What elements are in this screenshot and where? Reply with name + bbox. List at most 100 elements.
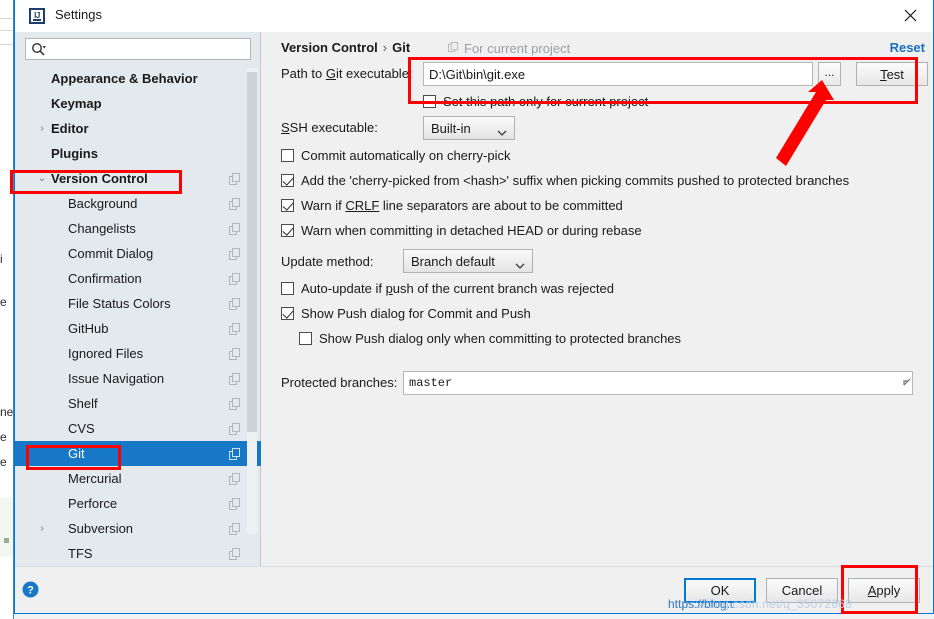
checkbox-box[interactable] — [281, 224, 294, 237]
copy-settings-icon[interactable] — [229, 272, 241, 285]
copy-settings-icon[interactable] — [229, 397, 241, 410]
sidebar-item-background[interactable]: Background — [15, 191, 261, 216]
ssh-executable-label: SSH executable: — [281, 120, 378, 135]
copy-settings-icon[interactable] — [229, 347, 241, 360]
sidebar-scrollbar[interactable] — [247, 68, 257, 534]
protected-branches-label: Protected branches: — [281, 375, 398, 390]
git-executable-path-input[interactable] — [423, 62, 813, 86]
cherry-picked-suffix-label: Add the 'cherry-picked from <hash>' suff… — [301, 173, 850, 188]
copy-settings-icon[interactable] — [229, 472, 241, 485]
copy-settings-icon[interactable] — [229, 522, 241, 535]
sidebar-item-appearance-behavior[interactable]: Appearance & Behavior — [15, 66, 261, 91]
sidebar-item-label: Ignored Files — [68, 346, 144, 361]
background-text-fragment: e — [0, 455, 7, 469]
ssh-executable-dropdown[interactable]: Built-in — [423, 116, 515, 140]
sidebar-item-version-control[interactable]: ⌄ Version Control — [15, 166, 261, 191]
copy-settings-icon[interactable] — [229, 172, 241, 185]
sidebar-item-shelf[interactable]: Shelf — [15, 391, 261, 416]
copy-settings-icon[interactable] — [229, 497, 241, 510]
sidebar-item-plugins[interactable]: Plugins — [15, 141, 261, 166]
sidebar-item-label: Keymap — [51, 96, 102, 111]
warn-crlf-checkbox[interactable]: Warn if CRLF line separators are about t… — [281, 198, 623, 213]
sidebar-item-keymap[interactable]: Keymap — [15, 91, 261, 116]
update-method-dropdown[interactable]: Branch default — [403, 249, 533, 273]
ok-button[interactable]: OK — [684, 578, 756, 603]
sidebar-item-mercurial[interactable]: Mercurial — [15, 466, 261, 491]
sidebar-item-subversion[interactable]: › Subversion — [15, 516, 261, 541]
dialog-titlebar: IJ Settings — [15, 0, 933, 32]
background-text-fragment: ne — [0, 405, 14, 419]
checkbox-box[interactable] — [281, 307, 294, 320]
browse-button[interactable]: ... — [818, 62, 841, 86]
settings-sidebar: Appearance & Behavior Keymap › Editor Plugin… — [15, 32, 261, 566]
apply-button[interactable]: Apply — [848, 578, 920, 603]
sidebar-item-label: Version Control — [51, 171, 148, 186]
sidebar-item-file-status-colors[interactable]: File Status Colors — [15, 291, 261, 316]
sidebar-item-cvs[interactable]: CVS — [15, 416, 261, 441]
show-push-dialog-checkbox[interactable]: Show Push dialog for Commit and Push — [281, 306, 531, 321]
sidebar-item-ignored-files[interactable]: Ignored Files — [15, 341, 261, 366]
search-input[interactable] — [52, 41, 247, 58]
cancel-button[interactable]: Cancel — [766, 578, 838, 603]
cherry-picked-suffix-checkbox[interactable]: Add the 'cherry-picked from <hash>' suff… — [281, 173, 849, 188]
settings-tree: Appearance & Behavior Keymap › Editor Plugin… — [15, 66, 261, 566]
breadcrumb-root[interactable]: Version Control — [281, 40, 378, 55]
for-current-project-label: For current project — [448, 41, 570, 56]
checkbox-box[interactable] — [281, 149, 294, 162]
checkbox-box[interactable] — [281, 199, 294, 212]
sidebar-item-commit-dialog[interactable]: Commit Dialog — [15, 241, 261, 266]
sidebar-item-label: Background — [68, 196, 138, 211]
sidebar-item-editor[interactable]: › Editor — [15, 116, 261, 141]
chevron-right-icon[interactable]: › — [35, 116, 49, 141]
copy-settings-icon[interactable] — [229, 197, 241, 210]
warn-detached-head-checkbox[interactable]: Warn when committing in detached HEAD or… — [281, 223, 642, 238]
dialog-footer: ? OK Cancel Apply — [15, 566, 933, 612]
copy-settings-icon[interactable] — [229, 422, 241, 435]
sidebar-item-confirmation[interactable]: Confirmation — [15, 266, 261, 291]
set-path-only-checkbox[interactable]: Set this path only for current project — [423, 94, 648, 109]
sidebar-item-label: Git — [68, 446, 85, 461]
copy-settings-icon[interactable] — [229, 247, 241, 260]
reset-link[interactable]: Reset — [890, 40, 925, 55]
chevron-down-icon — [515, 258, 525, 273]
breadcrumb-leaf: Git — [392, 40, 411, 55]
search-box[interactable] — [25, 38, 251, 60]
sidebar-item-perforce[interactable]: Perforce — [15, 491, 261, 516]
sidebar-item-label: GitHub — [68, 321, 109, 336]
help-icon[interactable]: ? — [22, 581, 39, 598]
breadcrumb-separator: › — [382, 40, 388, 55]
sidebar-item-github[interactable]: GitHub — [15, 316, 261, 341]
auto-update-label: Auto-update if push of the current branc… — [301, 281, 614, 296]
sidebar-item-label: TFS — [68, 546, 93, 561]
chevron-right-icon[interactable]: › — [35, 516, 49, 541]
copy-settings-icon[interactable] — [229, 447, 241, 460]
chevron-down-icon[interactable]: ⌄ — [35, 166, 49, 191]
checkbox-box[interactable] — [281, 174, 294, 187]
sidebar-scrollbar-thumb[interactable] — [247, 72, 257, 432]
commit-automatically-checkbox[interactable]: Commit automatically on cherry-pick — [281, 148, 511, 163]
close-icon[interactable] — [887, 0, 933, 31]
sidebar-item-label: CVS — [68, 421, 95, 436]
sidebar-item-tfs[interactable]: TFS — [15, 541, 261, 566]
copy-settings-icon[interactable] — [229, 322, 241, 335]
checkbox-box[interactable] — [423, 95, 436, 108]
copy-settings-icon[interactable] — [229, 297, 241, 310]
set-path-only-label: Set this path only for current project — [443, 94, 649, 109]
background-green-block — [0, 497, 13, 557]
checkbox-box[interactable] — [281, 282, 294, 295]
background-text-fragment: e — [0, 430, 7, 444]
search-icon — [31, 42, 47, 58]
expand-icon[interactable] — [900, 376, 912, 388]
sidebar-item-git[interactable]: Git — [15, 441, 261, 466]
copy-settings-icon[interactable] — [229, 222, 241, 235]
show-push-protected-checkbox[interactable]: Show Push dialog only when committing to… — [299, 331, 681, 346]
copy-settings-icon[interactable] — [229, 372, 241, 385]
update-method-label: Update method: — [281, 254, 374, 269]
test-button[interactable]: Test — [856, 62, 928, 86]
auto-update-checkbox[interactable]: Auto-update if push of the current branc… — [281, 281, 614, 296]
protected-branches-input[interactable] — [403, 371, 913, 395]
sidebar-item-changelists[interactable]: Changelists — [15, 216, 261, 241]
copy-settings-icon[interactable] — [229, 547, 241, 560]
sidebar-item-issue-navigation[interactable]: Issue Navigation — [15, 366, 261, 391]
checkbox-box[interactable] — [299, 332, 312, 345]
